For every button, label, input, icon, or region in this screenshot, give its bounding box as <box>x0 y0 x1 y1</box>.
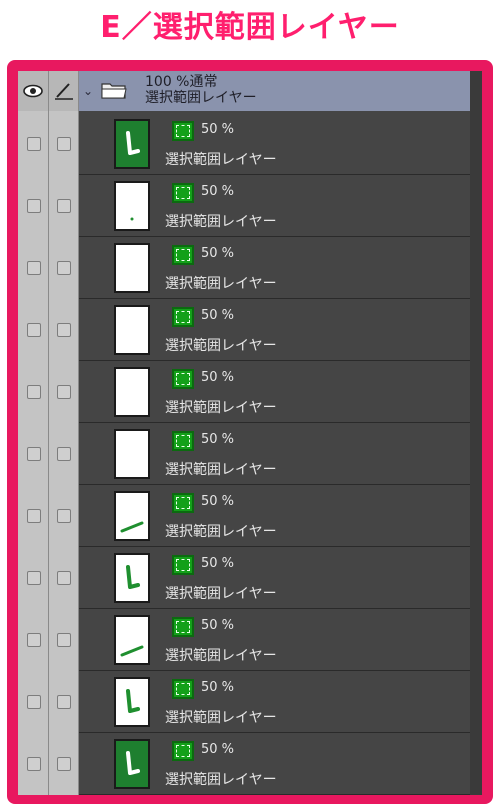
layer-name: 選択範囲レイヤー <box>165 462 277 478</box>
selection-layer-icon <box>172 307 194 327</box>
pen-icon <box>55 83 73 100</box>
layer-opacity: 50 % <box>201 308 235 323</box>
layer-name: 選択範囲レイヤー <box>165 214 277 230</box>
layer-opacity: 50 % <box>201 432 235 447</box>
edit-lock-checkbox[interactable] <box>57 137 71 151</box>
layer-opacity: 50 % <box>201 556 235 571</box>
layer-row[interactable]: 50 % 選択範囲レイヤー <box>79 671 470 733</box>
layer-row[interactable]: 50 % 選択範囲レイヤー <box>79 423 470 485</box>
edit-lock-checkbox[interactable] <box>57 695 71 709</box>
layer-name: 選択範囲レイヤー <box>165 648 277 664</box>
layer-thumbnail <box>114 615 150 665</box>
visibility-column <box>18 71 49 795</box>
folder-label: 100 %通常 選択範囲レイヤー <box>145 74 257 106</box>
layer-name: 選択範囲レイヤー <box>165 400 277 416</box>
layer-name: 選択範囲レイヤー <box>165 710 277 726</box>
layer-thumbnail <box>114 367 150 417</box>
page-title: E／選択範囲レイヤー <box>100 10 400 45</box>
selection-layer-icon <box>172 679 194 699</box>
layer-opacity: 50 % <box>201 742 235 757</box>
selection-layer-icon <box>172 245 194 265</box>
edit-lock-checkbox[interactable] <box>57 633 71 647</box>
edit-lock-checkbox[interactable] <box>57 509 71 523</box>
layer-row[interactable]: 50 % 選択範囲レイヤー <box>79 237 470 299</box>
layer-opacity: 50 % <box>201 618 235 633</box>
layer-name: 選択範囲レイヤー <box>165 586 277 602</box>
layer-name: 選択範囲レイヤー <box>165 772 277 788</box>
layer-row[interactable]: 50 % 選択範囲レイヤー <box>79 485 470 547</box>
edit-lock-checkbox[interactable] <box>57 323 71 337</box>
visibility-toggle[interactable] <box>18 71 48 111</box>
layer-thumbnail <box>114 677 150 727</box>
layer-thumbnail <box>114 553 150 603</box>
layer-row[interactable]: 50 % 選択範囲レイヤー <box>79 547 470 609</box>
visibility-checkbox[interactable] <box>27 137 41 151</box>
layer-opacity: 50 % <box>201 680 235 695</box>
visibility-checkbox[interactable] <box>27 199 41 213</box>
eye-icon <box>23 84 43 98</box>
layer-row[interactable]: 50 % 選択範囲レイヤー <box>79 609 470 671</box>
layer-name: 選択範囲レイヤー <box>165 152 277 168</box>
layer-row[interactable]: 50 % 選択範囲レイヤー <box>79 361 470 423</box>
edit-lock-checkbox[interactable] <box>57 571 71 585</box>
selection-layer-icon <box>172 121 194 141</box>
edit-lock-checkbox[interactable] <box>57 261 71 275</box>
layer-opacity: 50 % <box>201 246 235 261</box>
folder-icon <box>101 83 127 99</box>
layer-row[interactable]: 50 % 選択範囲レイヤー <box>79 175 470 237</box>
layer-opacity: 50 % <box>201 184 235 199</box>
edit-lock-checkbox[interactable] <box>57 757 71 771</box>
edit-lock-checkbox[interactable] <box>57 447 71 461</box>
visibility-checkbox[interactable] <box>27 757 41 771</box>
layer-thumbnail <box>114 491 150 541</box>
layer-opacity: 50 % <box>201 494 235 509</box>
layer-name: 選択範囲レイヤー <box>165 276 277 292</box>
visibility-checkbox[interactable] <box>27 571 41 585</box>
selection-layer-icon <box>172 617 194 637</box>
layer-row[interactable]: 50 % 選択範囲レイヤー <box>79 113 470 175</box>
layer-row[interactable]: 50 % 選択範囲レイヤー <box>79 299 470 361</box>
layer-opacity: 50 % <box>201 122 235 137</box>
selection-layer-icon <box>172 183 194 203</box>
edit-lock-checkbox[interactable] <box>57 199 71 213</box>
layer-thumbnail <box>114 739 150 789</box>
edit-lock-checkbox[interactable] <box>57 385 71 399</box>
layer-row[interactable]: 50 % 選択範囲レイヤー <box>79 733 470 795</box>
visibility-checkbox[interactable] <box>27 323 41 337</box>
visibility-checkbox[interactable] <box>27 447 41 461</box>
layer-thumbnail <box>114 243 150 293</box>
visibility-checkbox[interactable] <box>27 261 41 275</box>
visibility-checkbox[interactable] <box>27 633 41 647</box>
selection-layer-icon <box>172 493 194 513</box>
folder-blend-mode: 100 %通常 <box>145 74 218 90</box>
selection-layer-icon <box>172 741 194 761</box>
layer-name: 選択範囲レイヤー <box>165 524 277 540</box>
chevron-down-icon[interactable]: ⌄ <box>83 84 93 98</box>
layer-thumbnail <box>114 305 150 355</box>
edit-toggle[interactable] <box>49 71 78 111</box>
selection-layer-icon <box>172 369 194 389</box>
selection-layer-icon <box>172 431 194 451</box>
visibility-checkbox[interactable] <box>27 509 41 523</box>
folder-name: 選択範囲レイヤー <box>145 90 257 106</box>
layer-thumbnail <box>114 119 150 169</box>
layer-thumbnail <box>114 429 150 479</box>
layer-name: 選択範囲レイヤー <box>165 338 277 354</box>
layer-thumbnail <box>114 181 150 231</box>
edit-column <box>49 71 79 795</box>
layer-opacity: 50 % <box>201 370 235 385</box>
visibility-checkbox[interactable] <box>27 385 41 399</box>
layer-panel: ⌄ 100 %通常 選択範囲レイヤー 50 % 選択範囲レイヤー 50 % 選択範囲レ… <box>18 71 482 795</box>
visibility-checkbox[interactable] <box>27 695 41 709</box>
folder-row[interactable]: ⌄ 100 %通常 選択範囲レイヤー <box>79 71 470 111</box>
selection-layer-icon <box>172 555 194 575</box>
scrollbar[interactable] <box>470 71 482 795</box>
